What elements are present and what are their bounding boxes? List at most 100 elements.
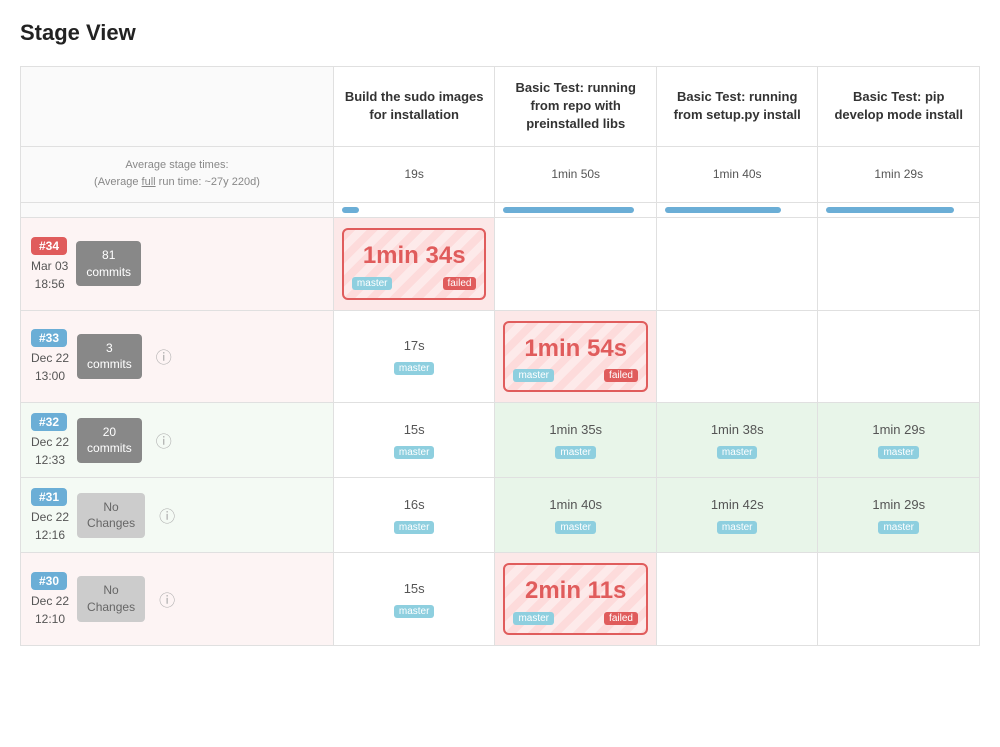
avg-time-1: 19s	[333, 146, 495, 202]
fail-time: 2min 11s	[513, 577, 638, 606]
build-date: Dec 22	[31, 510, 69, 524]
failed-tag: failed	[443, 277, 477, 290]
progress-bar-1	[342, 207, 359, 213]
build-time: 13:00	[31, 369, 69, 383]
master-tag: master	[513, 612, 554, 625]
stage-cell-3-3: 1min 29s master	[818, 478, 980, 553]
build-date: Dec 22	[31, 594, 69, 608]
progress-bar-cell-3	[656, 202, 818, 217]
progress-bar-cell-2	[495, 202, 657, 217]
page-title: Stage View	[20, 20, 980, 46]
table-row: #34 Mar 03 18:56 81commits 1min 34s mast…	[21, 217, 980, 310]
stage-time: 1min 40s	[503, 497, 648, 512]
build-number-badge[interactable]: #32	[31, 413, 67, 431]
stage-cell-3-2: 1min 42s master	[656, 478, 818, 553]
build-number-badge[interactable]: #34	[31, 237, 67, 255]
master-tag: master	[717, 521, 758, 534]
progress-bar-2	[503, 207, 633, 213]
fail-box: 2min 11s master failed	[503, 563, 648, 635]
stage-time: 15s	[342, 422, 487, 437]
commit-badge: NoChanges	[77, 493, 145, 539]
progress-bar-cell-1	[333, 202, 495, 217]
stage-time: 17s	[342, 338, 487, 353]
column-header-2: Basic Test: running from repo with prein…	[495, 67, 657, 147]
stage-cell-2-2: 1min 38s master	[656, 403, 818, 478]
stage-cell-0-3	[818, 217, 980, 310]
table-row: #33 Dec 22 13:00 3commits ⓘ 17s master 1…	[21, 310, 980, 403]
master-tag: master	[394, 605, 435, 618]
stage-time: 1min 35s	[503, 422, 648, 437]
table-row: #30 Dec 22 12:10 NoChanges ⓘ 15s master …	[21, 553, 980, 646]
master-tag: master	[394, 362, 435, 375]
stage-cell-4-2	[656, 553, 818, 646]
stage-time: 16s	[342, 497, 487, 512]
failed-tag: failed	[604, 612, 638, 625]
master-tag: master	[717, 446, 758, 459]
info-icon: ⓘ	[159, 503, 175, 527]
stage-cell-4-0: 15s master	[333, 553, 495, 646]
build-date: Dec 22	[31, 351, 69, 365]
stage-cell-3-0: 16s master	[333, 478, 495, 553]
master-tag: master	[352, 277, 393, 290]
stage-cell-1-3	[818, 310, 980, 403]
build-info-cell: #32 Dec 22 12:33 20commits ⓘ	[21, 403, 334, 478]
progress-bar-cell-4	[818, 202, 980, 217]
build-number-badge[interactable]: #31	[31, 488, 67, 506]
fail-time: 1min 34s	[352, 242, 477, 271]
avg-time-3: 1min 40s	[656, 146, 818, 202]
info-icon: ⓘ	[156, 428, 172, 452]
build-date: Dec 22	[31, 435, 69, 449]
column-header-3: Basic Test: running from setup.py instal…	[656, 67, 818, 147]
fail-time: 1min 54s	[513, 335, 638, 364]
build-time: 12:33	[31, 453, 69, 467]
avg-time-4: 1min 29s	[818, 146, 980, 202]
master-tag: master	[394, 521, 435, 534]
commit-badge: 20commits	[77, 418, 142, 464]
stage-cell-0-1	[495, 217, 657, 310]
fail-box: 1min 54s master failed	[503, 321, 648, 393]
build-number-badge[interactable]: #30	[31, 572, 67, 590]
stage-cell-1-0: 17s master	[333, 310, 495, 403]
stage-time: 15s	[342, 581, 487, 596]
stage-cell-3-1: 1min 40s master	[495, 478, 657, 553]
stage-cell-2-1: 1min 35s master	[495, 403, 657, 478]
master-tag: master	[394, 446, 435, 459]
commit-badge: 81commits	[76, 241, 141, 287]
commit-badge: 3commits	[77, 334, 142, 380]
stage-cell-0-2	[656, 217, 818, 310]
commit-badge: NoChanges	[77, 576, 145, 622]
column-header-4: Basic Test: pip develop mode install	[818, 67, 980, 147]
build-info-cell: #30 Dec 22 12:10 NoChanges ⓘ	[21, 553, 334, 646]
stage-cell-2-0: 15s master	[333, 403, 495, 478]
stage-time: 1min 29s	[826, 497, 971, 512]
info-icon: ⓘ	[156, 344, 172, 368]
master-tag: master	[513, 369, 554, 382]
master-tag: master	[878, 446, 919, 459]
failed-tag: failed	[604, 369, 638, 382]
build-time: 18:56	[31, 277, 68, 291]
build-info-cell: #33 Dec 22 13:00 3commits ⓘ	[21, 310, 334, 403]
stage-cell-4-1: 2min 11s master failed	[495, 553, 657, 646]
stage-cell-1-2	[656, 310, 818, 403]
table-row: #32 Dec 22 12:33 20commits ⓘ 15s master …	[21, 403, 980, 478]
build-number-badge[interactable]: #33	[31, 329, 67, 347]
table-row: #31 Dec 22 12:16 NoChanges ⓘ 16s master …	[21, 478, 980, 553]
stage-cell-1-1: 1min 54s master failed	[495, 310, 657, 403]
build-info-cell: #34 Mar 03 18:56 81commits	[21, 217, 334, 310]
build-date: Mar 03	[31, 259, 68, 273]
avg-time-2: 1min 50s	[495, 146, 657, 202]
build-time: 12:10	[31, 612, 69, 626]
progress-bar-3	[665, 207, 781, 213]
build-info-cell: #31 Dec 22 12:16 NoChanges ⓘ	[21, 478, 334, 553]
master-tag: master	[555, 446, 596, 459]
stage-time: 1min 38s	[665, 422, 810, 437]
stage-view-table: Build the sudo images for installation B…	[20, 66, 980, 646]
stage-cell-2-3: 1min 29s master	[818, 403, 980, 478]
average-label: Average stage times:(Average full run ti…	[21, 146, 334, 202]
build-time: 12:16	[31, 528, 69, 542]
fail-box: 1min 34s master failed	[342, 228, 487, 300]
stage-time: 1min 29s	[826, 422, 971, 437]
master-tag: master	[878, 521, 919, 534]
stage-cell-0-0: 1min 34s master failed	[333, 217, 495, 310]
stage-cell-4-3	[818, 553, 980, 646]
